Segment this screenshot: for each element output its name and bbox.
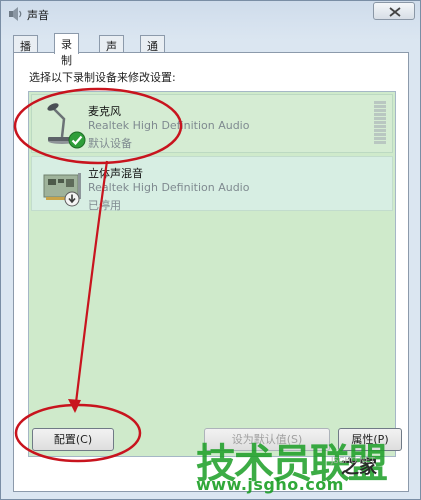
device-status: 已停用: [88, 199, 121, 212]
tab-communications[interactable]: 通信: [140, 35, 165, 69]
speaker-icon: [7, 6, 23, 22]
device-name: 立体声混音: [88, 167, 143, 180]
device-name: 麦克风: [88, 105, 121, 118]
level-meter: [374, 101, 386, 147]
instruction-label: 选择以下录制设备来修改设置:: [29, 71, 176, 84]
tab-recording[interactable]: 录制: [54, 33, 79, 67]
default-check-icon: [68, 131, 86, 152]
tab-playback[interactable]: 播放: [13, 35, 38, 69]
window-title: 声音: [27, 9, 49, 22]
title-bar: 声音: [1, 1, 420, 27]
device-list[interactable]: 麦克风 Realtek High Definition Audio 默认设备 立…: [28, 91, 396, 457]
device-driver: Realtek High Definition Audio: [88, 181, 250, 194]
disabled-arrow-icon: [64, 191, 80, 210]
configure-button[interactable]: 配置(C): [32, 428, 114, 451]
list-item-microphone[interactable]: 麦克风 Realtek High Definition Audio 默认设备: [31, 94, 393, 153]
watermark-small-text: JSGHO.NET: [331, 456, 376, 465]
recording-panel: 选择以下录制设备来修改设置: 麦克风 Realtek High Definiti…: [13, 52, 409, 492]
device-status: 默认设备: [88, 137, 132, 150]
close-button[interactable]: [373, 2, 415, 20]
watermark-url: www.jsgho.com: [196, 475, 344, 494]
sound-dialog: 声音 播放 录制 声音 通信 选择以下录制设备来修改设置:: [0, 0, 421, 500]
list-item-stereo-mix[interactable]: 立体声混音 Realtek High Definition Audio 已停用: [31, 156, 393, 212]
close-icon: [389, 7, 401, 17]
device-driver: Realtek High Definition Audio: [88, 119, 250, 132]
tab-sounds[interactable]: 声音: [99, 35, 124, 69]
